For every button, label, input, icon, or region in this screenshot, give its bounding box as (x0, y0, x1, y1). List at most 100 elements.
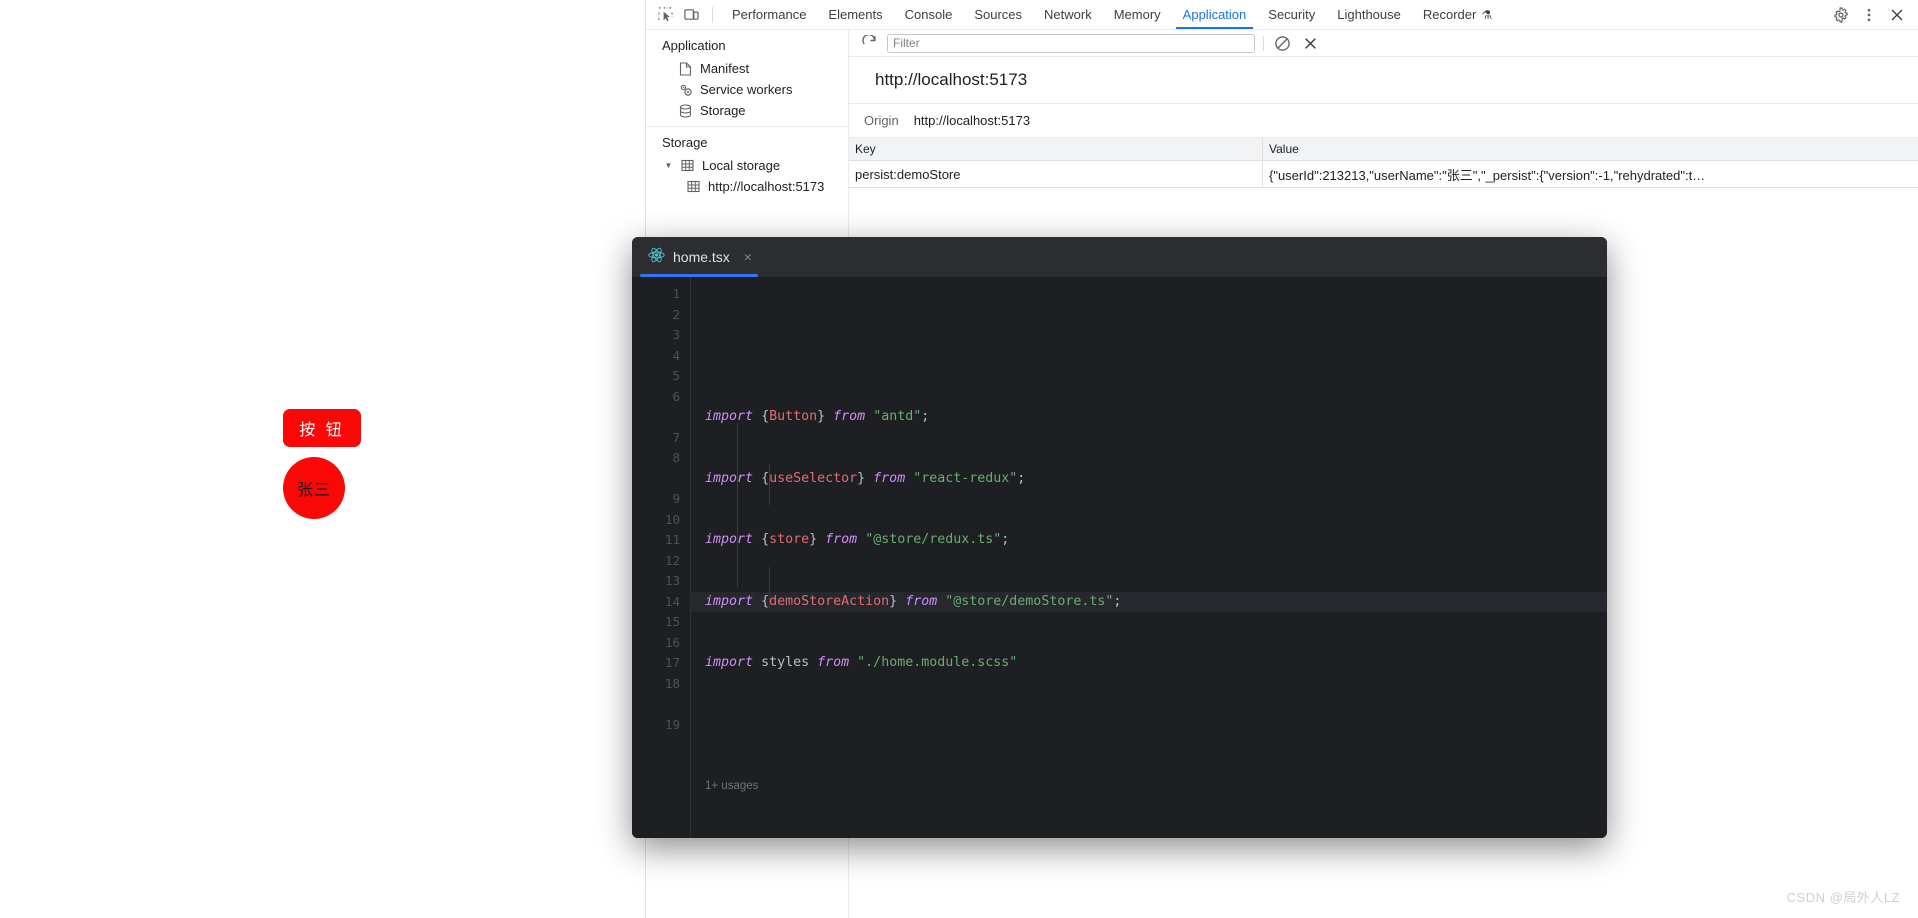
screenshot-root: 按 钮 张三 Performance Elements Console Sour… (0, 0, 1918, 918)
gears-icon (678, 82, 693, 97)
usages-hint[interactable]: 1+ usages (705, 776, 1607, 797)
line-number: 19 (664, 716, 680, 732)
line-number: 1 (672, 286, 680, 301)
tab-network[interactable]: Network (1033, 0, 1103, 29)
tab-security[interactable]: Security (1257, 0, 1326, 29)
line-number: 11 (664, 532, 680, 547)
line-number: 17 (664, 655, 680, 670)
indent-guide (737, 423, 738, 587)
devtools-tabbar: Performance Elements Console Sources Net… (646, 0, 1918, 30)
indent-guide (769, 567, 770, 608)
code-line: const Home = () => { (705, 838, 1607, 839)
editor-gutter[interactable]: 1 2 3 4 5 6 . 7 8 . 9 10 11 12 13 14 15 … (632, 277, 690, 838)
code-editor-window: home.tsx ✕ 1 2 3 4 5 6 . 7 8 . 9 10 11 1… (632, 237, 1607, 838)
tab-console[interactable]: Console (894, 0, 964, 29)
tab-lighthouse[interactable]: Lighthouse (1326, 0, 1412, 29)
storage-toolbar (849, 30, 1918, 57)
editor-tabbar: home.tsx ✕ (632, 237, 1607, 277)
sidebar-item-localhost-origin[interactable]: http://localhost:5173 (646, 176, 848, 197)
origin-title: http://localhost:5173 (849, 57, 1918, 104)
table-icon (680, 158, 695, 173)
close-icon[interactable] (1884, 3, 1910, 27)
line-number: 5 (672, 368, 680, 383)
editor-tab-label: home.tsx (673, 249, 730, 265)
gutter-spacer: . (632, 694, 690, 715)
devtools-tabbar-actions (1828, 3, 1918, 27)
code-line: import {Button} from "antd"; (705, 409, 930, 424)
line-number: 6 (672, 388, 680, 404)
tab-elements[interactable]: Elements (817, 0, 893, 29)
sidebar-section-application: Application (662, 38, 726, 53)
table-row[interactable]: persist:demoStore {"userId":213213,"user… (849, 160, 1918, 188)
origin-value: http://localhost:5173 (913, 113, 1031, 128)
code-line: import {useSelector} from "react-redux"; (705, 470, 1026, 486)
sidebar-item-local-storage[interactable]: ▼ Local storage (646, 155, 848, 176)
gutter-spacer: . (632, 469, 690, 490)
inspect-element-icon[interactable] (652, 3, 678, 27)
close-icon[interactable]: ✕ (744, 250, 752, 265)
code-line: import styles from "./home.module.scss" (705, 655, 1018, 670)
table-icon (686, 179, 701, 194)
cell-value[interactable]: {"userId":213213,"userName":"张三","_persi… (1263, 165, 1918, 184)
gear-icon[interactable] (1828, 3, 1854, 27)
line-number: 13 (664, 573, 680, 588)
sidebar-item-label: http://localhost:5173 (708, 179, 825, 194)
sidebar-item-manifest[interactable]: Manifest (646, 58, 848, 79)
editor-code-content[interactable]: import {Button} from "antd"; import {use… (690, 277, 1607, 838)
cell-key[interactable]: persist:demoStore (849, 160, 1263, 188)
tab-recorder[interactable]: Recorder ⚗ (1412, 0, 1503, 29)
sidebar-item-storage[interactable]: Storage (646, 100, 848, 121)
username-circle: 张三 (283, 457, 345, 519)
tab-application[interactable]: Application (1172, 0, 1258, 29)
tab-recorder-label: Recorder (1422, 7, 1477, 22)
watermark: CSDN @局外人LZ (1786, 890, 1900, 905)
line-number: 15 (664, 614, 680, 629)
local-storage-table: Key Value persist:demoStore {"userId":21… (849, 137, 1918, 188)
clear-all-icon[interactable] (1272, 33, 1292, 53)
line-number: 14 (664, 593, 680, 609)
table-header-row: Key Value (849, 137, 1918, 161)
sidebar-item-service-workers[interactable]: Service workers (646, 79, 848, 100)
editor-area: 1 2 3 4 5 6 . 7 8 . 9 10 11 12 13 14 15 … (632, 277, 1607, 838)
line-number: 2 (672, 306, 680, 322)
database-icon (678, 103, 693, 118)
tab-performance[interactable]: Performance (721, 0, 817, 29)
line-number: 12 (664, 552, 680, 568)
indent-guide (769, 464, 770, 505)
delete-selected-icon[interactable] (1300, 33, 1320, 53)
beaker-icon: ⚗ (1481, 7, 1493, 22)
line-number: 4 (672, 347, 680, 363)
sidebar-section-storage: Storage (662, 135, 708, 150)
toolbar-divider (712, 6, 713, 23)
column-header-value[interactable]: Value (1263, 142, 1918, 156)
antd-primary-button[interactable]: 按 钮 (283, 409, 361, 447)
line-number: 18 (664, 675, 680, 691)
line-number: 7 (672, 429, 680, 445)
line-number: 10 (664, 511, 680, 527)
toolbar-divider (1263, 35, 1264, 51)
code-line: import {store} from "@store/redux.ts"; (705, 532, 1010, 547)
line-number: 3 (672, 327, 680, 342)
refresh-icon[interactable] (859, 33, 879, 53)
column-header-key[interactable]: Key (849, 137, 1263, 161)
filter-input[interactable] (887, 33, 1255, 53)
document-icon (678, 61, 693, 76)
origin-label: Origin (864, 113, 899, 128)
tab-memory[interactable]: Memory (1103, 0, 1172, 29)
sidebar-item-label: Local storage (702, 158, 781, 173)
sidebar-item-label: Manifest (700, 61, 750, 76)
more-vertical-icon[interactable] (1856, 3, 1882, 27)
tab-sources[interactable]: Sources (963, 0, 1033, 29)
editor-tab-home-tsx[interactable]: home.tsx ✕ (632, 237, 766, 277)
gutter-spacer: . (632, 407, 690, 428)
sidebar-item-label: Service workers (700, 82, 793, 97)
device-toolbar-icon[interactable] (678, 3, 704, 27)
line-number: 8 (672, 450, 680, 465)
line-number: 9 (672, 491, 680, 506)
line-number: 16 (664, 634, 680, 650)
code-line: import {demoStoreAction} from "@store/de… (691, 591, 1607, 612)
chevron-down-icon[interactable]: ▼ (664, 161, 673, 170)
web-page-viewport: 按 钮 张三 (0, 0, 645, 918)
sidebar-item-label: Storage (700, 103, 746, 118)
